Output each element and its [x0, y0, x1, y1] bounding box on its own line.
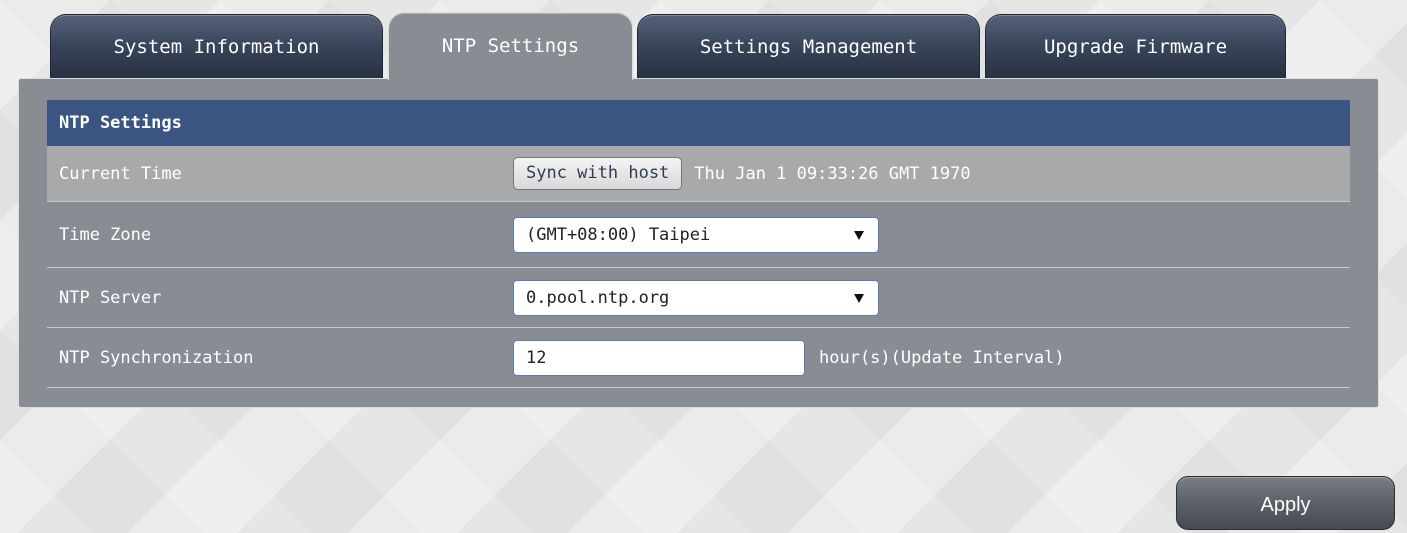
ntp-server-label: NTP Server	[59, 288, 162, 308]
current-time-label: Current Time	[59, 164, 182, 184]
row-time-zone: Time Zone (GMT+08:00) Taipei	[47, 202, 1350, 268]
ntp-settings-table: NTP Settings Current Time Sync with host…	[47, 100, 1350, 388]
tab-system-information[interactable]: System Information	[50, 14, 383, 78]
tab-ntp-settings[interactable]: NTP Settings	[388, 12, 633, 80]
dropdown-arrow-icon	[854, 293, 864, 303]
update-interval-unit: hour(s)(Update Interval)	[819, 347, 1065, 368]
row-ntp-server: NTP Server 0.pool.ntp.org	[47, 268, 1350, 328]
tab-settings-management[interactable]: Settings Management	[637, 14, 980, 78]
ntp-server-control: 0.pool.ntp.org	[513, 268, 879, 327]
row-current-time: Current Time Sync with host Thu Jan 1 09…	[47, 146, 1350, 202]
tab-bar: System Information NTP Settings Settings…	[0, 0, 1407, 80]
apply-button[interactable]: Apply	[1176, 476, 1395, 530]
ntp-settings-panel: NTP Settings Current Time Sync with host…	[18, 78, 1379, 408]
row-ntp-synchronization: NTP Synchronization hour(s)(Update Inter…	[47, 328, 1350, 388]
section-header: NTP Settings	[47, 100, 1350, 146]
time-zone-control: (GMT+08:00) Taipei	[513, 202, 879, 267]
ntp-synchronization-label: NTP Synchronization	[59, 348, 254, 368]
ntp-server-select[interactable]: 0.pool.ntp.org	[513, 279, 879, 316]
tab-upgrade-firmware[interactable]: Upgrade Firmware	[985, 14, 1286, 78]
time-zone-selected-value: (GMT+08:00) Taipei	[526, 224, 711, 245]
sync-with-host-button[interactable]: Sync with host	[513, 157, 683, 190]
current-time-control: Sync with host Thu Jan 1 09:33:26 GMT 19…	[513, 146, 971, 201]
ntp-server-selected-value: 0.pool.ntp.org	[526, 287, 670, 308]
current-time-value: Thu Jan 1 09:33:26 GMT 1970	[694, 163, 971, 184]
time-zone-label: Time Zone	[59, 225, 152, 245]
update-interval-input[interactable]	[513, 339, 805, 376]
dropdown-arrow-icon	[854, 230, 864, 240]
ntp-synchronization-control: hour(s)(Update Interval)	[513, 328, 1065, 387]
time-zone-select[interactable]: (GMT+08:00) Taipei	[513, 216, 879, 253]
